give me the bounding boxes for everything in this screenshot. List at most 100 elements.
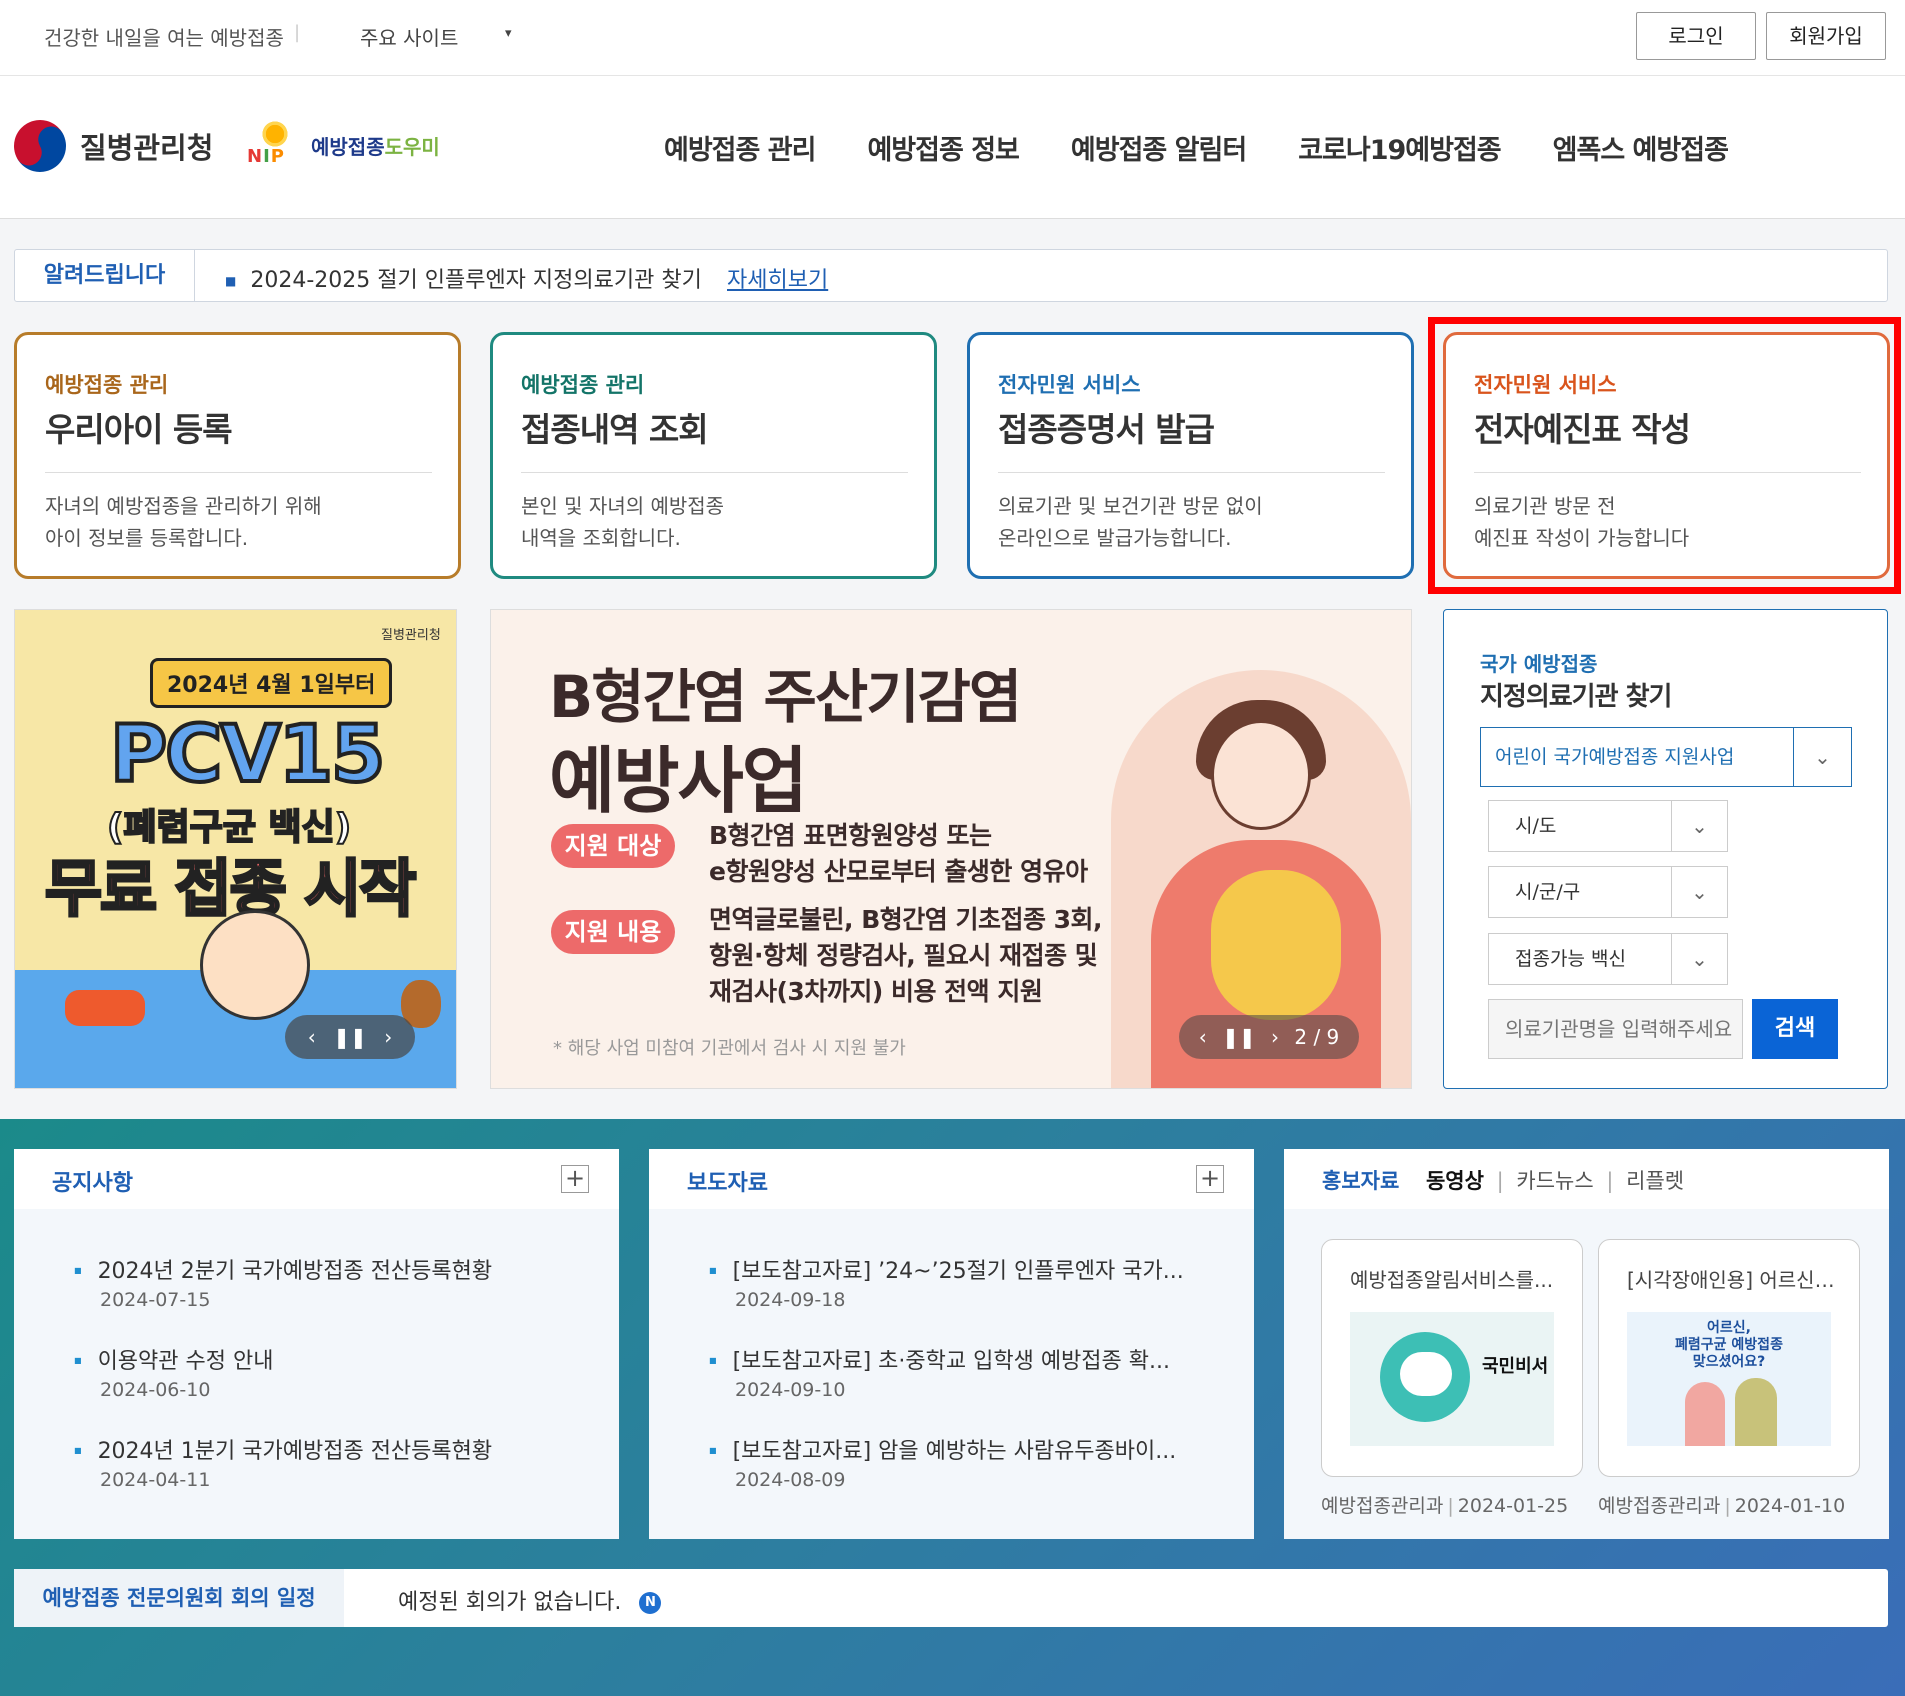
notice-more-link[interactable]: 자세히보기 (727, 262, 828, 294)
list-item[interactable]: [보도참고자료] 암을 예방하는 사람유두종바이...2024-08-09 (709, 1433, 1177, 1491)
promo-card[interactable]: 예방접종알림서비스를... 국민비서 (1321, 1239, 1583, 1477)
list-item[interactable]: 2024년 1분기 국가예방접종 전산등록현황2024-04-11 (74, 1433, 493, 1491)
tab-video[interactable]: 동영상 (1426, 1169, 1484, 1193)
mother-face-illustration (1211, 720, 1311, 830)
service-description: 의료기관 및 보건기관 방문 없이 온라인으로 발급가능합니다. (998, 494, 1263, 550)
signup-button[interactable]: 회원가입 (1766, 12, 1886, 60)
main-content: 알려드립니다 ■ 2024-2025 절기 인플루엔자 지정의료기관 찾기 자세히… (0, 219, 1905, 1119)
support-target-text: B형간염 표면항원양성 또는 e항원양성 산모로부터 출생한 영유아 (709, 821, 1088, 886)
service-category: 예방접종 관리 (521, 373, 645, 397)
main-navigation: 예방접종 관리 예방접종 정보 예방접종 알림터 코로나19예방접종 엠폭스 예… (664, 128, 1780, 167)
thumbnail-text: 어르신, 폐렴구균 예방접종 맞으셨어요? (1675, 1320, 1783, 1370)
chevron-down-icon[interactable]: ⌄ (1671, 801, 1727, 851)
vaccine-select[interactable]: 접종가능 백신 ⌄ (1488, 933, 1728, 985)
slide-counter: 2 / 9 (1294, 1025, 1340, 1049)
chevron-down-icon[interactable]: ⌄ (1793, 728, 1851, 786)
banner-main-text: 무료 접종 시작 (43, 851, 417, 927)
service-category: 전자민원 서비스 (998, 373, 1141, 397)
next-icon[interactable]: › (1271, 1025, 1279, 1049)
more-plus-icon[interactable]: + (1196, 1165, 1224, 1193)
support-content-tag: 지원 내용 (551, 910, 675, 954)
pcv15-banner[interactable]: 질병관리청 2024년 4월 1일부터 PCV15 (폐렴구균 백신) 무료 접… (14, 609, 457, 1089)
divider (45, 472, 432, 473)
search-button[interactable]: 검색 (1752, 999, 1838, 1059)
highlight-box (1428, 317, 1901, 594)
service-card-certificate[interactable]: 전자민원 서비스 접종증명서 발급 의료기관 및 보건기관 방문 없이 온라인으… (967, 332, 1414, 579)
clinic-name-input[interactable] (1488, 999, 1743, 1059)
notice-bar: 알려드립니다 ■ 2024-2025 절기 인플루엔자 지정의료기관 찾기 자세히… (14, 249, 1888, 302)
hepatitis-b-banner[interactable]: B형간염 주산기감염 예방사업 지원 대상 B형간염 표면항원양성 또는 e항원… (490, 609, 1412, 1089)
sigungu-select[interactable]: 시/군/구 ⌄ (1488, 866, 1728, 918)
service-card-child-registration[interactable]: 예방접종 관리 우리아이 등록 자녀의 예방접종을 관리하기 위해 아이 정보를… (14, 332, 461, 579)
agency-name: 질병관리청 (80, 131, 214, 165)
slogan: 건강한 내일을 여는 예방접종 (44, 26, 284, 50)
chevron-down-icon[interactable]: ⌄ (1671, 867, 1727, 917)
program-select[interactable]: 어린이 국가예방접종 지원사업 ⌄ (1480, 727, 1852, 787)
list-item[interactable]: [보도참고자료] ’24~’25절기 인플루엔자 국가...2024-09-18 (709, 1253, 1184, 1311)
tab-leaflet[interactable]: 리플렛 (1626, 1169, 1684, 1193)
promo-tabs: 홍보자료 동영상 | 카드뉴스 | 리플렛 (1322, 1169, 1685, 1193)
list-item[interactable]: 이용약관 수정 안내2024-06-10 (74, 1343, 274, 1401)
banner-controls: ‹ ❚❚ › (285, 1015, 415, 1059)
board-section: 공지사항 + 2024년 2분기 국가예방접종 전산등록현황2024-07-15… (0, 1119, 1905, 1696)
nip-logo-text: 예방접종도우미 (311, 134, 440, 159)
nip-logo[interactable]: NIP 예방접종도우미 (245, 118, 440, 172)
baby-blanket-illustration (1211, 870, 1341, 1020)
promo-card[interactable]: [시각장애인용] 어르신 ... 어르신, 폐렴구균 예방접종 맞으셨어요? (1598, 1239, 1860, 1477)
promo-meta: 예방접종관리과 | 2024-01-10 (1598, 1495, 1846, 1517)
dropdown-caret-icon[interactable]: ▾ (505, 26, 512, 41)
service-card-history-lookup[interactable]: 예방접종 관리 접종내역 조회 본인 및 자녀의 예방접종 내역을 조회합니다. (490, 332, 937, 579)
banner-controls: ‹ ❚❚ › 2 / 9 (1179, 1015, 1359, 1059)
committee-message: 예정된 회의가 없습니다. N (398, 1584, 662, 1616)
pause-icon[interactable]: ❚❚ (1222, 1025, 1256, 1049)
committee-label: 예방접종 전문의원회 회의 일정 (14, 1569, 344, 1627)
promo-thumbnail: 어르신, 폐렴구균 예방접종 맞으셨어요? (1627, 1312, 1831, 1446)
prev-icon[interactable]: ‹ (1199, 1025, 1207, 1049)
finder-title: 지정의료기관 찾기 (1480, 682, 1672, 712)
nav-vaccination-info[interactable]: 예방접종 정보 (867, 128, 1019, 167)
promo-thumbnail: 국민비서 (1350, 1312, 1554, 1446)
nav-vaccination-notice[interactable]: 예방접종 알림터 (1071, 128, 1247, 167)
prev-icon[interactable]: ‹ (308, 1025, 316, 1049)
nav-covid19[interactable]: 코로나19예방접종 (1298, 128, 1501, 167)
login-button[interactable]: 로그인 (1636, 12, 1756, 60)
notice-item[interactable]: ■ 2024-2025 절기 인플루엔자 지정의료기관 찾기 (225, 262, 702, 294)
sido-select[interactable]: 시/도 ⌄ (1488, 800, 1728, 852)
nav-mpox[interactable]: 엠폭스 예방접종 (1553, 128, 1729, 167)
chevron-down-icon[interactable]: ⌄ (1671, 934, 1727, 984)
toy-car-illustration (65, 990, 145, 1026)
committee-schedule-bar: 예방접종 전문의원회 회의 일정 예정된 회의가 없습니다. N (14, 1569, 1888, 1627)
service-title: 접종내역 조회 (521, 410, 709, 449)
divider (521, 472, 908, 473)
kdca-logo[interactable]: 질병관리청 (4, 110, 214, 182)
panel-title: 보도자료 (687, 1171, 768, 1196)
more-plus-icon[interactable]: + (561, 1165, 589, 1193)
service-title: 우리아이 등록 (45, 410, 233, 449)
finder-category: 국가 예방접종 (1480, 652, 1598, 676)
promo-title: 홍보자료 (1322, 1169, 1400, 1193)
taegeuk-emblem-icon (4, 110, 76, 182)
panel-title: 공지사항 (52, 1171, 133, 1196)
divider (998, 472, 1385, 473)
list-item[interactable]: 2024년 2분기 국가예방접종 전산등록현황2024-07-15 (74, 1253, 493, 1311)
promo-card-title: 예방접종알림서비스를... (1350, 1268, 1554, 1292)
tab-cardnews[interactable]: 카드뉴스 (1516, 1169, 1593, 1193)
site-header: 질병관리청 NIP 예방접종도우미 예방접종 관리 예방접종 정보 예방접종 알… (0, 76, 1905, 219)
main-sites-dropdown[interactable]: 주요 사이트 (360, 22, 458, 51)
elderly-woman-illustration (1685, 1382, 1725, 1446)
nav-vaccination-management[interactable]: 예방접종 관리 (664, 128, 816, 167)
banner-agency-logo: 질병관리청 (381, 628, 441, 643)
service-description: 본인 및 자녀의 예방접종 내역을 조회합니다. (521, 494, 725, 550)
banner-footnote: * 해당 사업 미참여 기관에서 검사 시 지원 불가 (553, 1038, 906, 1059)
next-icon[interactable]: › (384, 1025, 392, 1049)
list-item[interactable]: [보도참고자료] 초·중학교 입학생 예방접종 확...2024-09-10 (709, 1343, 1170, 1401)
support-target-tag: 지원 대상 (551, 824, 675, 868)
service-description: 자녀의 예방접종을 관리하기 위해 아이 정보를 등록합니다. (45, 494, 322, 550)
notice-label: 알려드립니다 (15, 250, 195, 301)
pause-icon[interactable]: ❚❚ (333, 1025, 367, 1049)
elderly-man-illustration (1735, 1378, 1777, 1446)
promo-panel: 홍보자료 동영상 | 카드뉴스 | 리플렛 예방접종알림서비스를... 국민비서… (1284, 1149, 1889, 1539)
notices-panel: 공지사항 + 2024년 2분기 국가예방접종 전산등록현황2024-07-15… (14, 1149, 619, 1539)
promo-card-title: [시각장애인용] 어르신 ... (1627, 1268, 1837, 1292)
service-title: 접종증명서 발급 (998, 410, 1215, 449)
